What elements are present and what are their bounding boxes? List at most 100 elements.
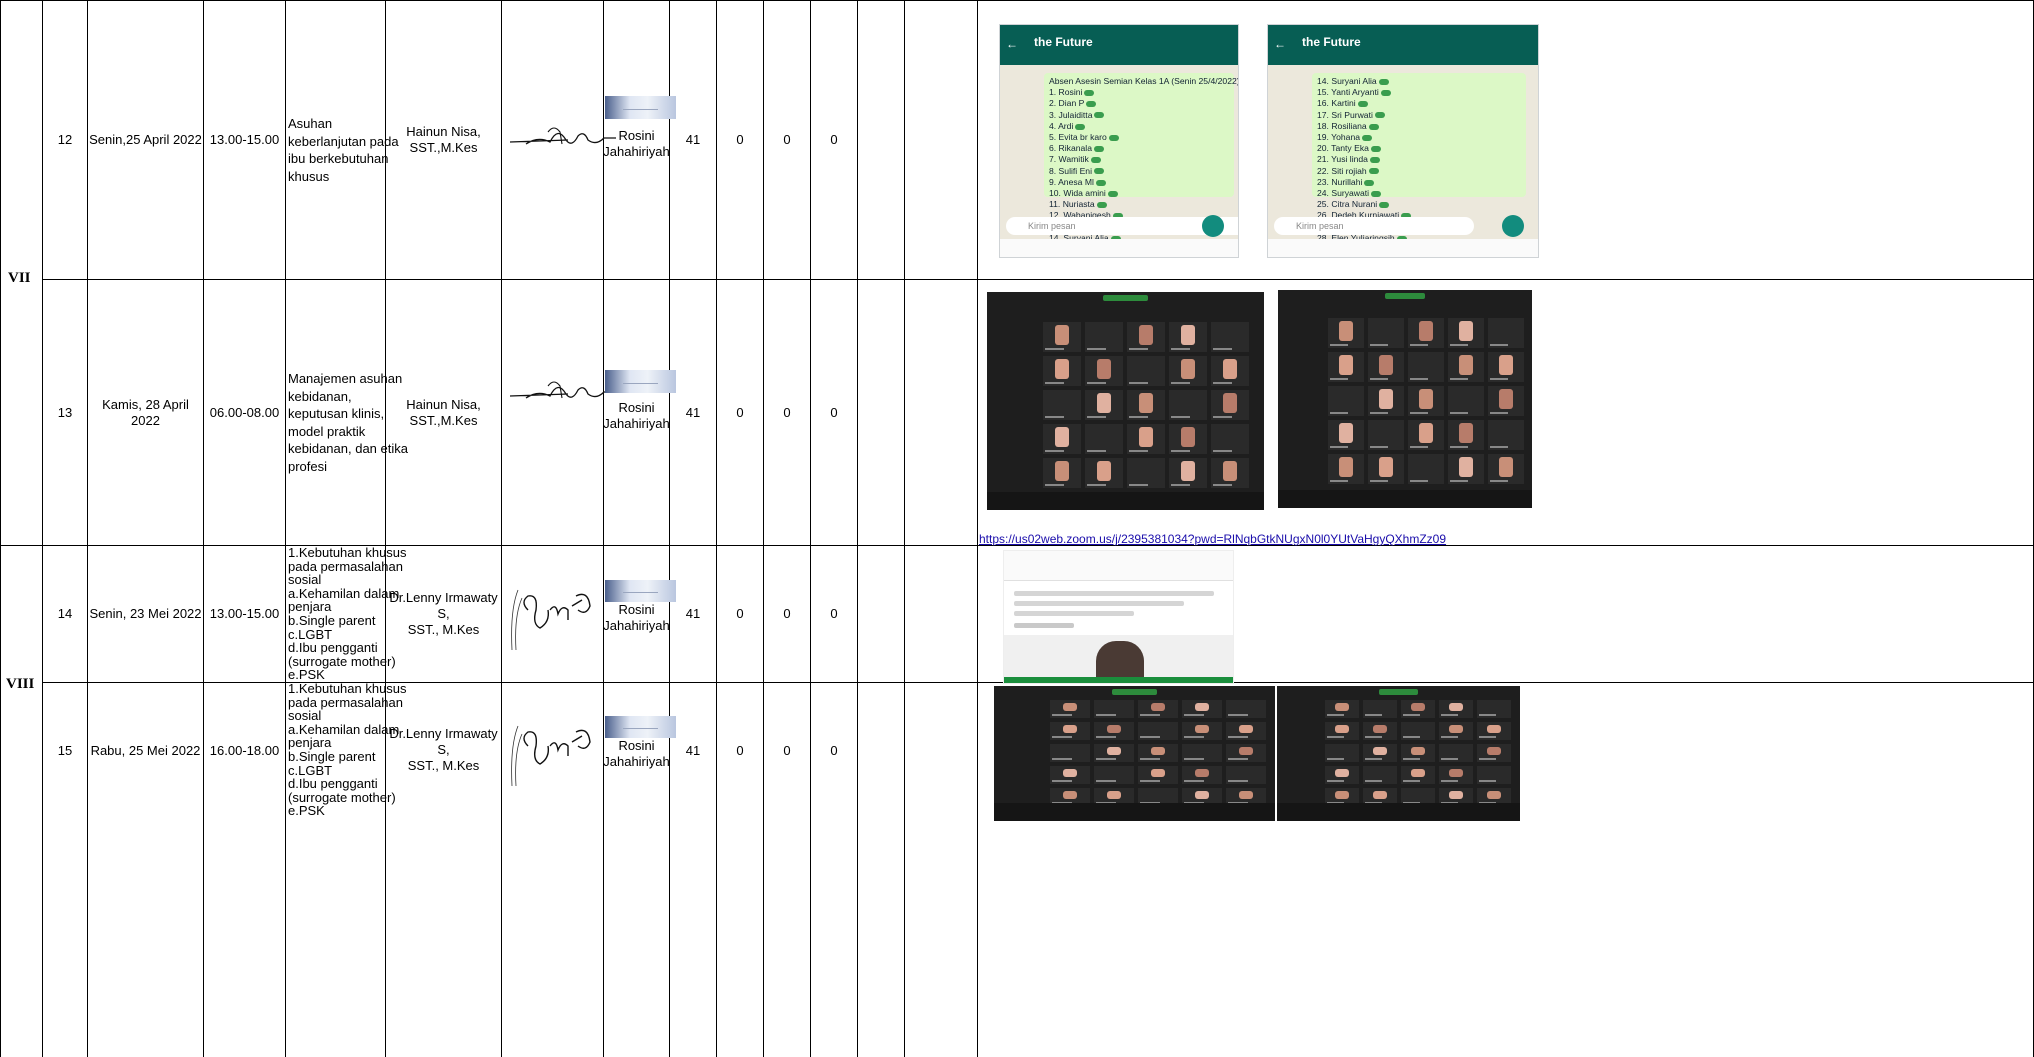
participant-tile [1085, 322, 1123, 352]
participant-tile [1401, 744, 1435, 762]
participant-tile [1182, 744, 1222, 762]
participant-tile [1226, 700, 1266, 718]
session-time: 13.00-15.00 [209, 131, 280, 147]
participant-tile [1363, 700, 1397, 718]
list-item: 8. Sulifi Eni [1049, 166, 1229, 177]
participant-tile [1127, 356, 1165, 386]
participant-tile [1401, 700, 1435, 718]
check-icon [1086, 101, 1097, 108]
list-item: 14. Suryani Alia [1317, 76, 1521, 87]
participant-tile [1368, 318, 1404, 348]
lecturer-signature [511, 589, 591, 651]
zoom-meeting-screenshot [1277, 686, 1520, 821]
list-item: 16. Kartini [1317, 98, 1521, 109]
session-time: 13.00-15.00 [209, 606, 280, 621]
lecturer-signature [511, 725, 591, 787]
col-divider [285, 0, 286, 1057]
participant-tile [1085, 424, 1123, 454]
check-icon [1362, 134, 1373, 141]
message-input: Kirim pesan [1274, 217, 1474, 235]
participant-tile [1363, 744, 1397, 762]
participant-tile [1050, 744, 1090, 762]
zoom-link[interactable]: https://us02web.zoom.us/j/2395381034?pwd… [979, 532, 1446, 546]
list-item: 10. Wida amini [1049, 188, 1229, 199]
participant-tile [1368, 420, 1404, 450]
participant-tile [1408, 318, 1444, 348]
list-item: 1. Rosini [1049, 87, 1229, 98]
participant-tile [1094, 744, 1134, 762]
participant-tile [1488, 318, 1524, 348]
message-bubble: Absen Asesin Semian Kelas 1A (Senin 25/4… [1044, 73, 1238, 257]
absence-count: 0 [736, 743, 744, 758]
participant-tile [1488, 386, 1524, 416]
student-signature-stamp [605, 580, 676, 602]
table-border-left [0, 0, 1, 1057]
absence-count: 0 [783, 743, 791, 758]
list-item: 6. Rikanala [1049, 143, 1229, 154]
participant-tile [1211, 458, 1249, 488]
list-item: 21. Yusi linda [1317, 154, 1521, 165]
participant-tile [1448, 454, 1484, 484]
participant-tile [1043, 322, 1081, 352]
check-icon [1370, 145, 1381, 152]
row-divider [42, 279, 2034, 280]
participant-tile [1211, 322, 1249, 352]
check-icon [1108, 134, 1119, 141]
absence-count: 0 [783, 131, 791, 147]
participant-tile [1325, 744, 1359, 762]
list-item: 17. Sri Purwati [1317, 110, 1521, 121]
participant-tile [1488, 352, 1524, 382]
list-item: 20. Tanty Eka [1317, 143, 1521, 154]
participant-tile [1328, 318, 1364, 348]
check-icon [1379, 201, 1390, 208]
session-topic: Asuhan keberlanjutan pada ibu berkebutuhan… [288, 116, 399, 184]
participant-tile [1477, 766, 1511, 784]
check-icon [1364, 179, 1375, 186]
check-icon [1094, 145, 1104, 152]
list-item: 19. Yohana [1317, 132, 1521, 143]
attendance-count: 41 [685, 606, 701, 621]
row-number: 14 [57, 606, 73, 621]
participant-tile [1448, 352, 1484, 382]
session-time: 06.00-08.00 [209, 404, 280, 420]
check-icon [1368, 123, 1379, 130]
list-item: 15. Yanti Aryanti [1317, 87, 1521, 98]
lecturer-name: Hainun Nisa, SST.,M.Kes [406, 396, 481, 428]
participant-tile [1408, 454, 1444, 484]
check-icon [1096, 201, 1107, 208]
absence-count: 0 [736, 131, 744, 147]
list-item: 2. Dian P [1049, 98, 1229, 109]
participant-tile [1328, 386, 1364, 416]
zoom-toolbar [1277, 803, 1520, 821]
participant-tile [1211, 424, 1249, 454]
webpage-screenshot [1003, 550, 1234, 684]
participant-tile [1182, 722, 1222, 740]
participant-tile [1043, 424, 1081, 454]
participant-tile [1328, 352, 1364, 382]
absence-count: 0 [736, 404, 744, 420]
check-icon [1374, 112, 1385, 119]
mic-icon [1502, 215, 1524, 237]
section-number: VII [8, 270, 31, 286]
participant-tile [1085, 356, 1123, 386]
participant-tile [1085, 458, 1123, 488]
participant-tile [1138, 744, 1178, 762]
section-number: VIII [6, 676, 35, 692]
attendance-count: 41 [685, 743, 701, 758]
row-number: 12 [57, 131, 73, 147]
list-item: 23. Nurillahi [1317, 177, 1521, 188]
group-name: the Future [1302, 35, 1361, 49]
whatsapp-screenshot: ← the Future Absen Asesin Semian Kelas 1… [999, 24, 1239, 258]
participant-tile [1211, 356, 1249, 386]
video-thumbnail [1004, 635, 1233, 683]
participant-tile [1169, 356, 1207, 386]
list-item: 11. Nuriasta [1049, 199, 1229, 210]
check-icon [1075, 123, 1086, 130]
participant-tile [1182, 766, 1222, 784]
check-icon [1095, 179, 1106, 186]
lecturer-signature [509, 127, 616, 145]
list-item: 4. Ardi [1049, 121, 1229, 132]
participant-tile [1043, 458, 1081, 488]
participant-tile [1401, 766, 1435, 784]
check-icon [1380, 89, 1391, 96]
